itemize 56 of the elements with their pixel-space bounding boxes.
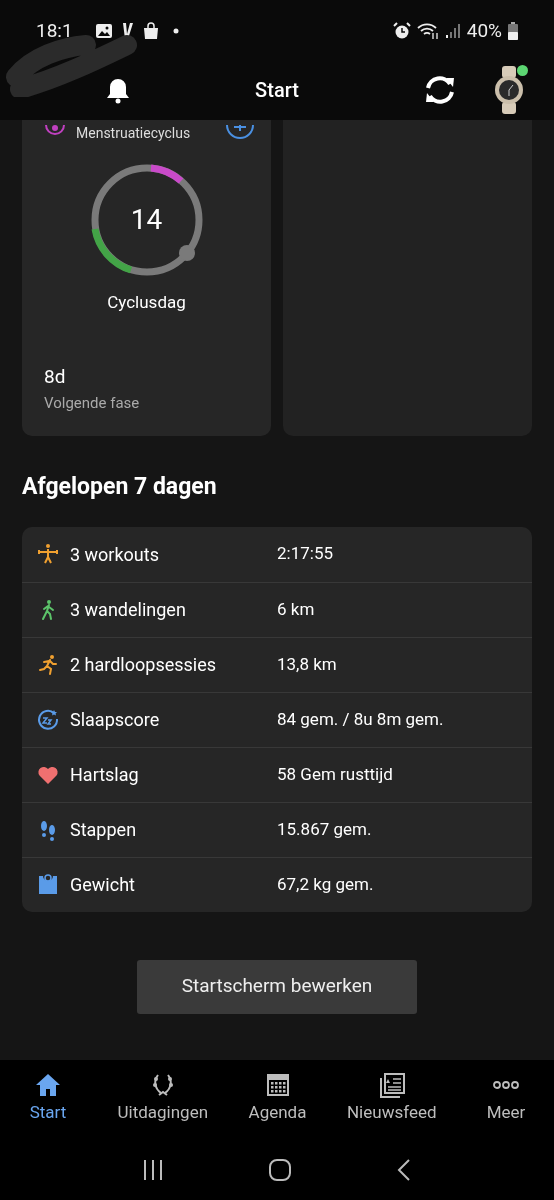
image-icon	[94, 23, 113, 39]
row-value: 15.867 gem.	[277, 817, 372, 841]
recent-apps-icon[interactable]	[142, 1159, 164, 1181]
cycle-day-label: Cyclusdag	[106, 291, 187, 314]
back-icon[interactable]	[396, 1158, 412, 1182]
newspaper-icon	[377, 1072, 406, 1098]
battery-percentage: 40%	[466, 17, 502, 44]
summary-row[interactable]: Stappen 15.867 gem.	[22, 801, 532, 857]
signal-icon	[444, 23, 461, 39]
summary-row[interactable]: Hartslag 58 Gem rusttijd	[22, 746, 532, 802]
row-value: 2:17:55	[277, 542, 333, 566]
shopping-bag-icon	[142, 22, 159, 40]
row-value: 6 km	[277, 597, 315, 621]
notification-dot-icon	[172, 28, 179, 34]
alarm-icon	[392, 22, 411, 40]
row-value: 67,2 kg gem.	[277, 872, 374, 896]
row-label: Hartslag	[70, 763, 140, 787]
nav-tab[interactable]: Agenda	[237, 1072, 318, 1126]
summary-row[interactable]: 3 workouts 2:17:55	[22, 526, 532, 582]
row-label: Stappen	[70, 818, 138, 842]
nav-tab[interactable]: Nieuwsfeed	[347, 1072, 437, 1126]
cycle-card[interactable]: Menstruatiecyclus 14 Cyclusdag 8d Volgende fase	[22, 120, 271, 436]
status-time: 18:1	[36, 17, 73, 44]
running-person-icon	[36, 652, 60, 677]
row-label: 3 workouts	[70, 542, 160, 567]
summary-row[interactable]: 3 wandelingen 6 km	[22, 581, 532, 637]
bell-icon[interactable]	[104, 76, 132, 104]
scale-icon	[36, 872, 60, 897]
home-button-icon[interactable]	[268, 1158, 292, 1182]
add-icon[interactable]	[225, 125, 255, 139]
next-phase-value: 8d	[44, 364, 67, 390]
card-title: Menstruatiecyclus	[76, 125, 191, 141]
sleep-icon	[36, 707, 60, 732]
section-heading: Afgelopen 7 dagen	[21, 472, 218, 502]
cycle-day-number: 14	[130, 202, 163, 238]
summary-row[interactable]: Slaapscore 84 gem. / 8u 8m gem.	[22, 691, 532, 747]
battery-icon	[508, 22, 518, 40]
screen-title: Start	[255, 77, 299, 104]
nav-tab[interactable]: Start	[8, 1072, 88, 1126]
row-label: 2 hardloopsessies	[70, 653, 217, 677]
wifi-icon	[416, 22, 439, 40]
weightlifter-icon	[36, 542, 60, 566]
row-value: 13,8 km	[277, 652, 337, 676]
row-value: 84 gem. / 8u 8m gem.	[277, 707, 444, 731]
home-icon	[34, 1072, 62, 1098]
row-label: Gewicht	[70, 873, 136, 897]
nav-tab[interactable]: Uitdagingen	[117, 1072, 209, 1126]
row-label: Slaapscore	[70, 708, 161, 732]
summary-row[interactable]: 2 hardloopsessies 13,8 km	[22, 636, 532, 692]
watch-icon[interactable]	[494, 66, 524, 114]
edit-home-button[interactable]: Startscherm bewerken	[137, 959, 417, 1014]
summary-row[interactable]: Gewicht 67,2 kg gem.	[22, 856, 532, 912]
row-label: 3 wandelingen	[70, 598, 187, 622]
row-value: 58 Gem rusttijd	[277, 762, 393, 786]
nav-tab[interactable]: Meer	[466, 1072, 546, 1126]
next-phase-label: Volgende fase	[44, 392, 141, 414]
